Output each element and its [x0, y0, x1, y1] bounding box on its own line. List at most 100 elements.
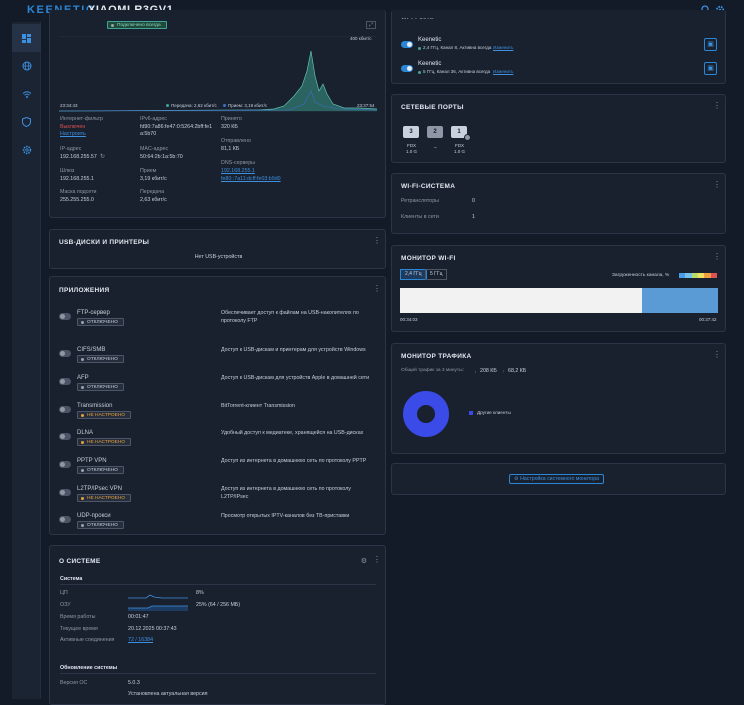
app-toggle[interactable]: [59, 350, 71, 357]
traffic-title: МОНИТОР ТРАФИКА: [401, 353, 472, 360]
dns-server-2[interactable]: fe80::7a11:dcff:fe03:b9d0: [221, 176, 281, 182]
download-arrow-icon: ↓: [474, 369, 477, 375]
filter-configure-link[interactable]: Настроить: [60, 131, 86, 137]
mask-value: 255.255.255.0: [60, 197, 94, 203]
tab-24ghz[interactable]: 2,4 ГГц: [400, 269, 427, 280]
app-toggle[interactable]: [59, 461, 71, 468]
app-toggle[interactable]: [59, 433, 71, 440]
app-name: Transmission: [77, 403, 113, 409]
sidebar-item-settings[interactable]: [12, 136, 41, 164]
internet-card: Подключено всегда ⤢ 400 кбит/с 23:34:43 …: [49, 10, 386, 218]
time-label: Текущее время: [60, 626, 98, 632]
wifi-5-edit-link[interactable]: Изменить: [493, 69, 513, 75]
app-status-badge: НЕ НАСТРОЕНО: [77, 438, 132, 446]
ram-value: 25% (64 / 256 МБ): [196, 602, 241, 608]
apps-title: ПРИЛОЖЕНИЯ: [59, 287, 110, 294]
wifi-system-menu-icon[interactable]: ⋮: [713, 181, 721, 189]
ram-sparkline: [128, 605, 188, 611]
wifi-5-name: Keenetic: [418, 61, 442, 67]
app-toggle[interactable]: [59, 378, 71, 385]
wifi-24-edit-link[interactable]: Изменить: [493, 45, 513, 51]
wifi-5-status-dot: [418, 71, 421, 74]
app-toggle[interactable]: [59, 406, 71, 413]
app-description-cont: L2TP/IPsec: [221, 494, 249, 500]
system-settings-icon[interactable]: ⚙: [361, 557, 367, 565]
app-name: AFP: [77, 375, 89, 381]
traffic-menu-icon[interactable]: ⋮: [713, 351, 721, 359]
port-1-speed: 1.0 G: [454, 149, 466, 154]
connections-link[interactable]: 72 / 16384: [128, 637, 153, 643]
wifi-monitor-title: МОНИТОР WI-FI: [401, 255, 456, 262]
sent-value: 81,1 КБ: [221, 146, 240, 152]
app-name: CIFS/SMB: [77, 347, 106, 353]
legend-tx-dot: [166, 104, 169, 107]
ports-menu-icon[interactable]: ⋮: [713, 102, 721, 110]
gateway-value: 192.168.255.1: [60, 176, 94, 182]
mac-value: 50:64:2b:1a:5b:70: [140, 154, 183, 160]
app-name: PPTP VPN: [77, 458, 107, 464]
sidebar-item-internet[interactable]: [12, 52, 41, 80]
wifi-24-toggle[interactable]: [401, 41, 413, 48]
update-section-title: Обновление системы: [60, 665, 118, 671]
divider: [60, 673, 376, 674]
wifi-networks-title: Wi-Fi-сети: [401, 15, 434, 21]
upload-arrow-icon: ↑: [502, 369, 505, 375]
app-description: Удобный доступ к медиатеке, хранящейся н…: [221, 430, 364, 436]
sent-label: Отправлено: [221, 138, 251, 144]
usb-title: USB-ДИСКИ И ПРИНТЕРЫ: [59, 239, 150, 246]
app-status-badge: НЕ НАСТРОЕНО: [77, 411, 132, 419]
sidebar-item-security[interactable]: [12, 108, 41, 136]
channel-load-bar: [400, 288, 718, 313]
traffic-up: 68,2 КБ: [508, 368, 527, 374]
repeaters-value: 0: [472, 198, 475, 204]
legend-rx-dot: [223, 104, 226, 107]
app-description: Доступ к USB-дискам и принтерам для устр…: [221, 347, 366, 353]
ports-title: СЕТЕВЫЕ ПОРТЫ: [401, 104, 464, 111]
os-status: Установлена актуальная версия: [128, 691, 208, 697]
port-2[interactable]: 2: [427, 126, 443, 138]
wifi-24-qr-icon[interactable]: ▣: [704, 38, 717, 51]
app-description-cont: протоколу FTP: [221, 318, 258, 324]
app-status-badge: ОТКЛЮЧЕНО: [77, 318, 124, 326]
expand-graph-icon[interactable]: ⤢: [366, 21, 376, 29]
traffic-down: 208 КБ: [480, 368, 497, 374]
port-3[interactable]: 3: [403, 126, 419, 138]
ip-label: IP-адрес: [60, 146, 82, 152]
monitor-settings-button[interactable]: ⚙ Настройка системного монитора: [509, 474, 604, 484]
app-name: FTP-сервер: [77, 310, 110, 316]
system-menu-icon[interactable]: ⋮: [373, 556, 381, 564]
divider: [60, 584, 376, 585]
traffic-graph: [59, 36, 377, 112]
dns-server-1[interactable]: 192.168.255.1: [221, 168, 255, 174]
tab-5ghz[interactable]: 5 ГГц: [425, 269, 448, 280]
graph-end-time: 23:37:54: [357, 103, 375, 108]
wifi-monitor-start: 00:34:03: [400, 317, 418, 322]
app-toggle[interactable]: [59, 516, 71, 523]
usb-menu-icon[interactable]: ⋮: [373, 237, 381, 245]
repeaters-label: Ретрансляторы: [401, 198, 439, 204]
cpu-sparkline: [128, 594, 188, 599]
refresh-icon[interactable]: ↻: [100, 153, 105, 160]
os-value: 5.0.3: [128, 680, 140, 686]
app-toggle[interactable]: [59, 313, 71, 320]
sidebar-item-dashboard[interactable]: [12, 24, 41, 52]
wifi-5-toggle[interactable]: [401, 65, 413, 72]
app-description: Просмотр открытых IPTV-каналов без ТВ-пр…: [221, 513, 350, 519]
app-status-badge: НЕ НАСТРОЕНО: [77, 494, 132, 502]
shield-icon: [22, 117, 31, 127]
apps-card: ПРИЛОЖЕНИЯ ⋮ FTP-сервер ОТКЛЮЧЕНО Обеспечи…: [49, 276, 386, 535]
app-toggle[interactable]: [59, 489, 71, 496]
wifi-5-qr-icon[interactable]: ▣: [704, 62, 717, 75]
port-3-speed: 1.0 G: [406, 149, 418, 154]
app-status-badge: ОТКЛЮЧЕНО: [77, 521, 124, 529]
channel-load-label: Загруженность канала, %: [612, 273, 670, 278]
ports-card: СЕТЕВЫЕ ПОРТЫ ⋮ 3 FDX 1.0 G 2 – 1 FDX 1.…: [391, 94, 726, 163]
system-section-title: Система: [60, 576, 83, 582]
apps-menu-icon[interactable]: ⋮: [373, 285, 381, 293]
wifi-monitor-menu-icon[interactable]: ⋮: [713, 253, 721, 261]
graph-max-label: 400 кбит/с: [350, 36, 372, 41]
mask-label: Маска подсети: [60, 189, 97, 195]
app-status-badge: ОТКЛЮЧЕНО: [77, 355, 124, 363]
sidebar-item-wifi[interactable]: [12, 80, 41, 108]
ipv6-value: fd90:7a86:fe47:0:5264:2bff:fe1: [140, 124, 213, 130]
